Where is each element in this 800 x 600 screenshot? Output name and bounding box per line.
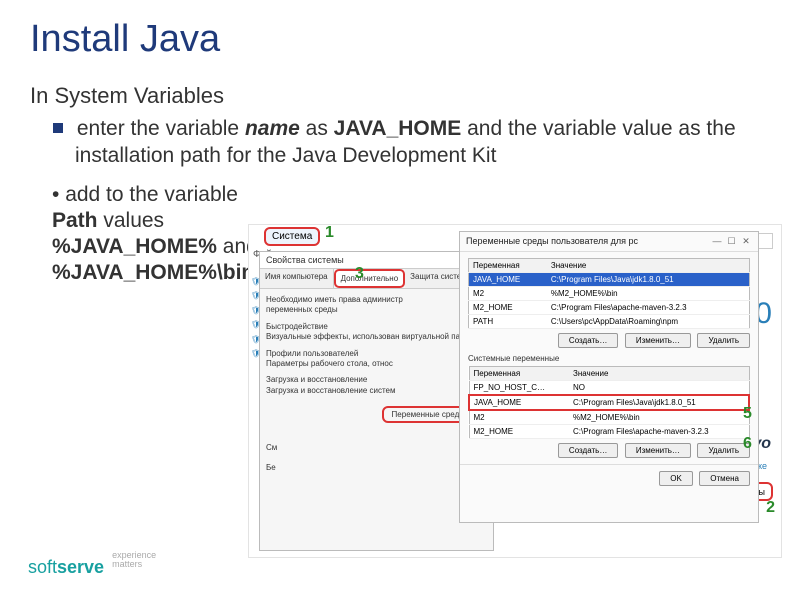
sys-vars-table[interactable]: ПеременнаяЗначение FP_NO_HOST_C…NO JAVA_… [468, 366, 750, 439]
minimize-icon[interactable]: — [711, 236, 723, 246]
table-row[interactable]: M2%M2_HOME%\bin [469, 410, 749, 425]
boot-label: Загрузка и восстановление [266, 375, 487, 385]
admin-note: Необходимо иметь права администр [266, 295, 487, 305]
table-row[interactable]: M2_HOMEC:\Program Files\apache-maven-3.2… [469, 301, 750, 315]
screenshot: Система 1 Поиск в п… Файл Пан дом Дис На… [248, 224, 782, 558]
dialog-title: Переменные среды пользователя для pc [466, 236, 638, 247]
slide-subtitle: In System Variables [30, 83, 770, 109]
annotation-3: 3 [355, 265, 364, 283]
bullet-1: enter the variable name as JAVA_HOME and… [75, 115, 770, 170]
text-bold-italic: name [245, 117, 300, 140]
ok-button[interactable]: OK [659, 471, 693, 486]
logo-part: soft [28, 557, 57, 577]
text: См [266, 443, 277, 452]
text: add to the variable [65, 183, 238, 206]
table-row[interactable]: M2%M2_HOME%\bin [469, 287, 750, 301]
window-buttons: — ☐ ✕ [711, 236, 752, 247]
logo-part: serve [57, 557, 104, 577]
text-bold: %JAVA_HOME%\bin [52, 261, 254, 284]
perf-desc: Визуальные эффекты, использован виртуаль… [266, 332, 487, 342]
table-row[interactable]: JAVA_HOMEC:\Program Files\Java\jdk1.8.0_… [469, 395, 749, 410]
sys-vars-label: Системные переменные [468, 354, 750, 363]
create-button[interactable]: Создать… [558, 443, 618, 458]
user-vars-table[interactable]: ПеременнаяЗначение JAVA_HOMEC:\Program F… [468, 258, 750, 329]
edit-button[interactable]: Изменить… [625, 333, 691, 348]
create-button[interactable]: Создать… [558, 333, 618, 348]
text-bold: Path [52, 209, 98, 232]
annotation-6: 6 [743, 435, 752, 453]
text: переменных среды [266, 305, 487, 315]
text: enter the variable [77, 117, 245, 140]
logo-tagline: experiencematters [112, 551, 156, 569]
col-header: Значение [569, 367, 749, 381]
col-header: Переменная [469, 259, 547, 273]
table-row[interactable]: M2_HOMEC:\Program Files\apache-maven-3.2… [469, 425, 749, 439]
col-header: Переменная [469, 367, 569, 381]
text-bold: JAVA_HOME [334, 117, 462, 140]
table-row[interactable]: PATHC:\Users\pc\AppData\Roaming\npm [469, 315, 750, 329]
cancel-button[interactable]: Отмена [699, 471, 750, 486]
text-bold: %JAVA_HOME% [52, 235, 217, 258]
system-link[interactable]: Система [264, 227, 320, 246]
edit-button[interactable]: Изменить… [625, 443, 691, 458]
maximize-icon[interactable]: ☐ [725, 236, 737, 247]
profiles-desc: Параметры рабочего стола, относ [266, 359, 487, 369]
perf-label: Быстродействие [266, 322, 487, 332]
annotation-2: 2 [766, 499, 775, 517]
col-header: Значение [547, 259, 750, 273]
env-vars-dialog: Переменные среды пользователя для pc — ☐… [459, 231, 759, 523]
slide-title: Install Java [30, 18, 770, 61]
tab-computer-name[interactable]: Имя компьютера [260, 269, 334, 288]
bullet-2: add to the variable Path values %JAVA_HO… [52, 182, 262, 287]
text: as [300, 117, 334, 140]
annotation-5: 5 [743, 405, 752, 423]
profiles-label: Профили пользователей [266, 349, 487, 359]
delete-button[interactable]: Удалить [697, 333, 750, 348]
table-row[interactable]: JAVA_HOMEC:\Program Files\Java\jdk1.8.0_… [469, 273, 750, 287]
table-row[interactable]: FP_NO_HOST_C…NO [469, 381, 749, 396]
boot-desc: Загрузка и восстановление систем [266, 386, 487, 396]
text: values [98, 209, 165, 232]
bullet-square-icon [53, 123, 63, 133]
softserve-logo: softserve experiencematters [28, 551, 156, 578]
tab-advanced[interactable]: Дополнительно [334, 269, 406, 288]
annotation-1: 1 [325, 224, 334, 242]
close-icon[interactable]: ✕ [740, 236, 752, 247]
text: Бе [266, 463, 276, 472]
